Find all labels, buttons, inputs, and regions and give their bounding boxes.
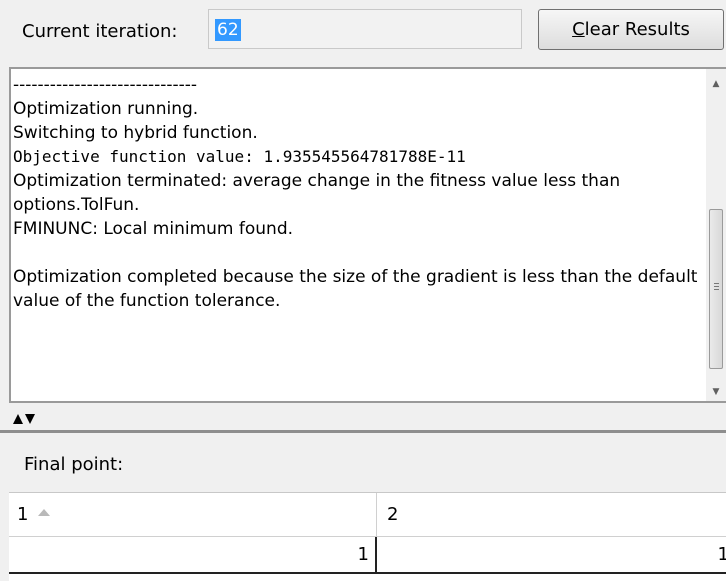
current-iteration-field[interactable]: 62 — [208, 9, 522, 49]
output-line-termination: Optimization terminated: average change … — [13, 171, 621, 215]
output-line: Switching to hybrid function. — [13, 123, 258, 143]
table-cell[interactable]: 1 — [9, 537, 377, 574]
iteration-toolbar: Current iteration: 62 Clear Results — [0, 0, 726, 66]
output-line-blank — [13, 241, 703, 265]
grip-icon — [714, 283, 719, 284]
scroll-up-icon[interactable]: ▲ — [706, 75, 726, 93]
output-vertical-scrollbar[interactable]: ▲ ▼ — [706, 69, 726, 401]
splitter-arrows-icon[interactable] — [13, 413, 35, 425]
clear-results-label: lear Results — [584, 19, 690, 40]
splitter-divider — [0, 430, 726, 433]
current-iteration-value: 62 — [215, 19, 241, 41]
output-line-fminunc: FMINUNC: Local minimum found. — [13, 219, 294, 239]
output-line: Optimization running. — [13, 99, 199, 119]
column-header-2[interactable]: 2 — [377, 493, 726, 537]
table-cell[interactable]: 1 — [377, 537, 726, 574]
final-point-label: Final point: — [24, 454, 124, 475]
sort-ascending-icon — [38, 508, 51, 516]
results-output-panel[interactable]: ------------------------------ Optimizat… — [9, 67, 726, 403]
current-iteration-label: Current iteration: — [22, 21, 178, 42]
column-header-1[interactable]: 1 — [9, 493, 377, 537]
output-line-objective-value: Objective function value: 1.935545564781… — [13, 147, 466, 166]
column-header-label: 2 — [387, 504, 399, 525]
scrollbar-thumb[interactable] — [709, 209, 723, 369]
panel-splitter[interactable] — [0, 403, 726, 433]
clear-results-mnemonic: C — [572, 19, 585, 40]
clear-results-button[interactable]: Clear Results — [538, 9, 724, 50]
genetic-algorithm-results-panel: Current iteration: 62 Clear Results ----… — [0, 0, 726, 581]
results-output-text: ------------------------------ Optimizat… — [13, 73, 703, 313]
output-line-separator: ------------------------------ — [13, 75, 198, 95]
output-line-completion: Optimization completed because the size … — [13, 267, 698, 311]
scroll-down-icon[interactable]: ▼ — [706, 383, 726, 401]
final-point-table: 1 2 1 1 — [9, 492, 726, 581]
column-header-label: 1 — [17, 504, 29, 525]
